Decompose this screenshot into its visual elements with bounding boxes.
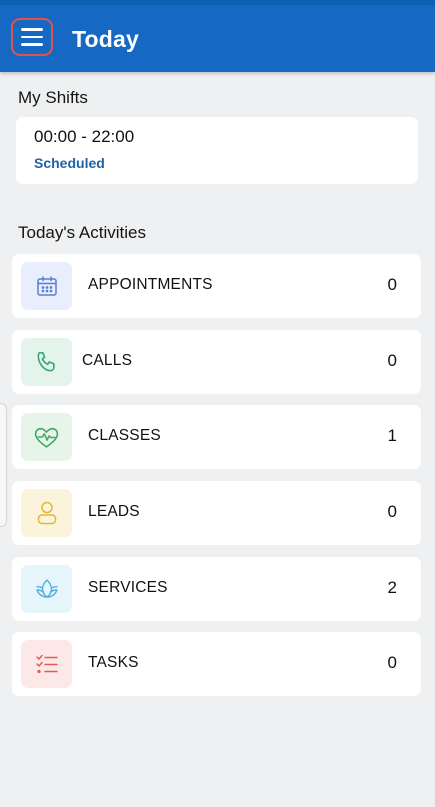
shift-card[interactable]: 00:00 - 22:00 Scheduled xyxy=(16,117,418,184)
activity-icon-box xyxy=(21,565,72,613)
activity-count: 0 xyxy=(387,275,397,294)
activity-count: 1 xyxy=(387,426,397,445)
activity-count: 0 xyxy=(387,351,397,370)
hamburger-icon-line xyxy=(21,35,43,39)
activity-card-appointments[interactable]: APPOINTMENTS 0 xyxy=(12,254,421,318)
heart-pulse-icon xyxy=(34,427,59,448)
activity-count: 2 xyxy=(387,578,397,597)
activity-icon-box xyxy=(21,640,72,688)
activity-card-classes[interactable]: CLASSES 1 xyxy=(12,405,421,469)
activities-heading: Today's Activities xyxy=(18,223,146,242)
shift-time: 00:00 - 22:00 xyxy=(34,127,135,146)
person-icon xyxy=(37,501,56,525)
activity-label: CALLS xyxy=(82,352,133,369)
activity-card-leads[interactable]: LEADS 0 xyxy=(12,481,421,545)
phone-icon xyxy=(37,351,55,372)
activity-card-tasks[interactable]: TASKS 0 xyxy=(12,632,421,696)
menu-button[interactable] xyxy=(11,18,53,56)
hamburger-icon-line xyxy=(21,43,43,46)
activity-icon-box xyxy=(21,338,72,386)
side-drawer-handle[interactable] xyxy=(0,403,7,527)
activity-card-services[interactable]: SERVICES 2 xyxy=(12,557,421,621)
activity-icon-box xyxy=(21,262,72,310)
activity-count: 0 xyxy=(387,502,397,521)
page-title: Today xyxy=(72,26,140,52)
activity-count: 0 xyxy=(387,653,397,672)
activity-icon-box xyxy=(21,413,72,461)
activity-label: SERVICES xyxy=(88,579,168,596)
activity-icon-box xyxy=(21,489,72,537)
lotus-icon xyxy=(35,579,58,598)
my-shifts-heading: My Shifts xyxy=(18,88,88,107)
calendar-icon xyxy=(36,276,57,296)
activity-label: CLASSES xyxy=(88,427,161,444)
activity-label: LEADS xyxy=(88,503,140,520)
checklist-icon xyxy=(35,654,58,674)
app-header: Today xyxy=(0,5,435,72)
activity-label: TASKS xyxy=(88,654,139,671)
hamburger-icon-line xyxy=(21,28,43,31)
activity-label: APPOINTMENTS xyxy=(88,276,213,293)
activity-card-calls[interactable]: CALLS 0 xyxy=(12,330,421,394)
shift-status: Scheduled xyxy=(34,155,105,171)
